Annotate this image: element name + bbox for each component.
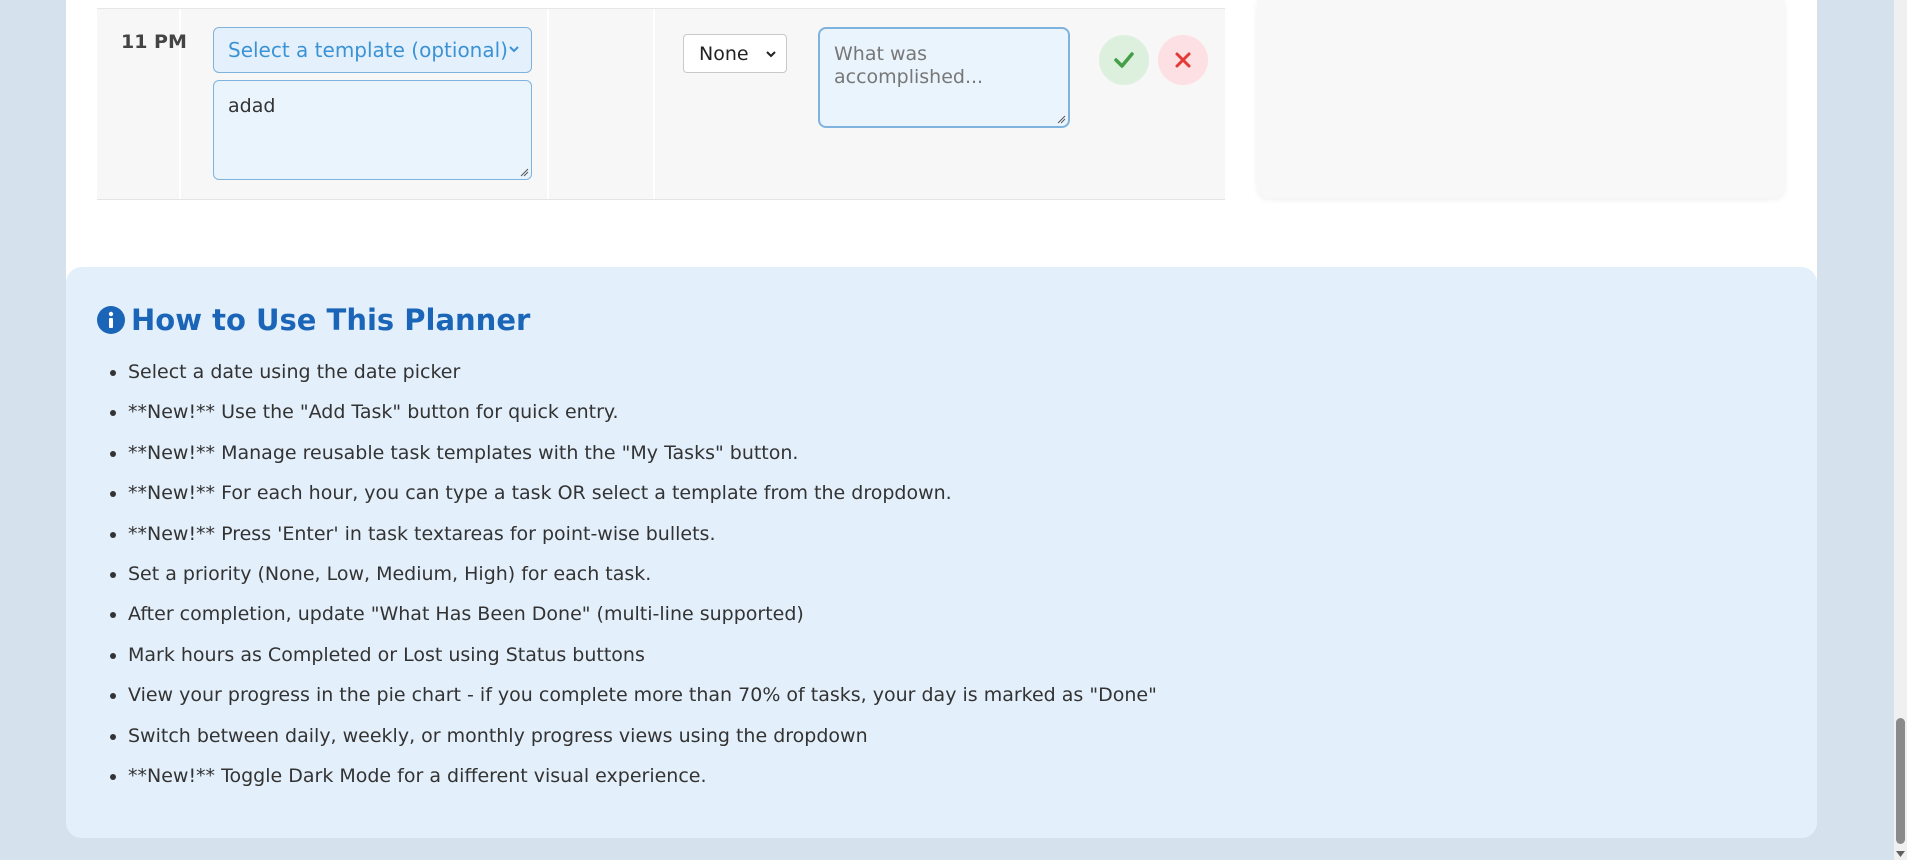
list-item: **New!** Manage reusable task templates … [128, 441, 1157, 481]
list-item: Mark hours as Completed or Lost using St… [128, 643, 1157, 683]
close-icon [1175, 52, 1191, 68]
scroll-down-arrow-icon[interactable] [1896, 849, 1905, 858]
task-text: adad [228, 95, 276, 117]
list-item: **New!** Use the "Add Task" button for q… [128, 400, 1157, 440]
side-panel-card [1257, 0, 1785, 198]
page-scrollbar[interactable] [1894, 0, 1907, 860]
priority-select-value: None [699, 42, 749, 65]
chevron-down-icon [509, 46, 519, 53]
list-item: View your progress in the pie chart - if… [128, 683, 1157, 723]
priority-select[interactable]: None [683, 34, 787, 73]
resize-grip-icon[interactable] [519, 167, 529, 177]
chevron-down-icon [766, 51, 776, 58]
how-to-title: How to Use This Planner [131, 303, 531, 337]
info-icon [97, 306, 125, 334]
list-item: **New!** Toggle Dark Mode for a differen… [128, 764, 1157, 804]
done-placeholder: What was accomplished... [834, 43, 984, 88]
list-item: **New!** Press 'Enter' in task textareas… [128, 522, 1157, 562]
list-item: Switch between daily, weekly, or monthly… [128, 724, 1157, 764]
template-select-value: Select a template (optional) [228, 38, 508, 62]
list-item: **New!** For each hour, you can type a t… [128, 481, 1157, 521]
check-icon [1114, 52, 1134, 68]
how-to-list: Select a date using the date picker **Ne… [97, 360, 1157, 804]
resize-grip-icon[interactable] [1056, 114, 1066, 124]
how-to-section: How to Use This Planner Select a date us… [66, 267, 1817, 838]
column-divider [547, 9, 549, 199]
how-to-heading: How to Use This Planner [97, 303, 530, 337]
hour-label: 11 PM [121, 31, 187, 53]
mark-lost-button[interactable] [1158, 35, 1208, 85]
planner-page: 11 PM Select a template (optional) adad … [66, 0, 1817, 838]
scrollbar-thumb[interactable] [1896, 718, 1905, 844]
template-select[interactable]: Select a template (optional) [213, 27, 532, 73]
column-divider [653, 9, 655, 199]
list-item: Set a priority (None, Low, Medium, High)… [128, 562, 1157, 602]
hour-row-11pm: 11 PM Select a template (optional) adad … [97, 8, 1225, 200]
mark-completed-button[interactable] [1099, 35, 1149, 85]
done-textarea[interactable]: What was accomplished... [818, 27, 1070, 128]
list-item: After completion, update "What Has Been … [128, 602, 1157, 642]
list-item: Select a date using the date picker [128, 360, 1157, 400]
task-textarea[interactable]: adad [213, 80, 532, 180]
